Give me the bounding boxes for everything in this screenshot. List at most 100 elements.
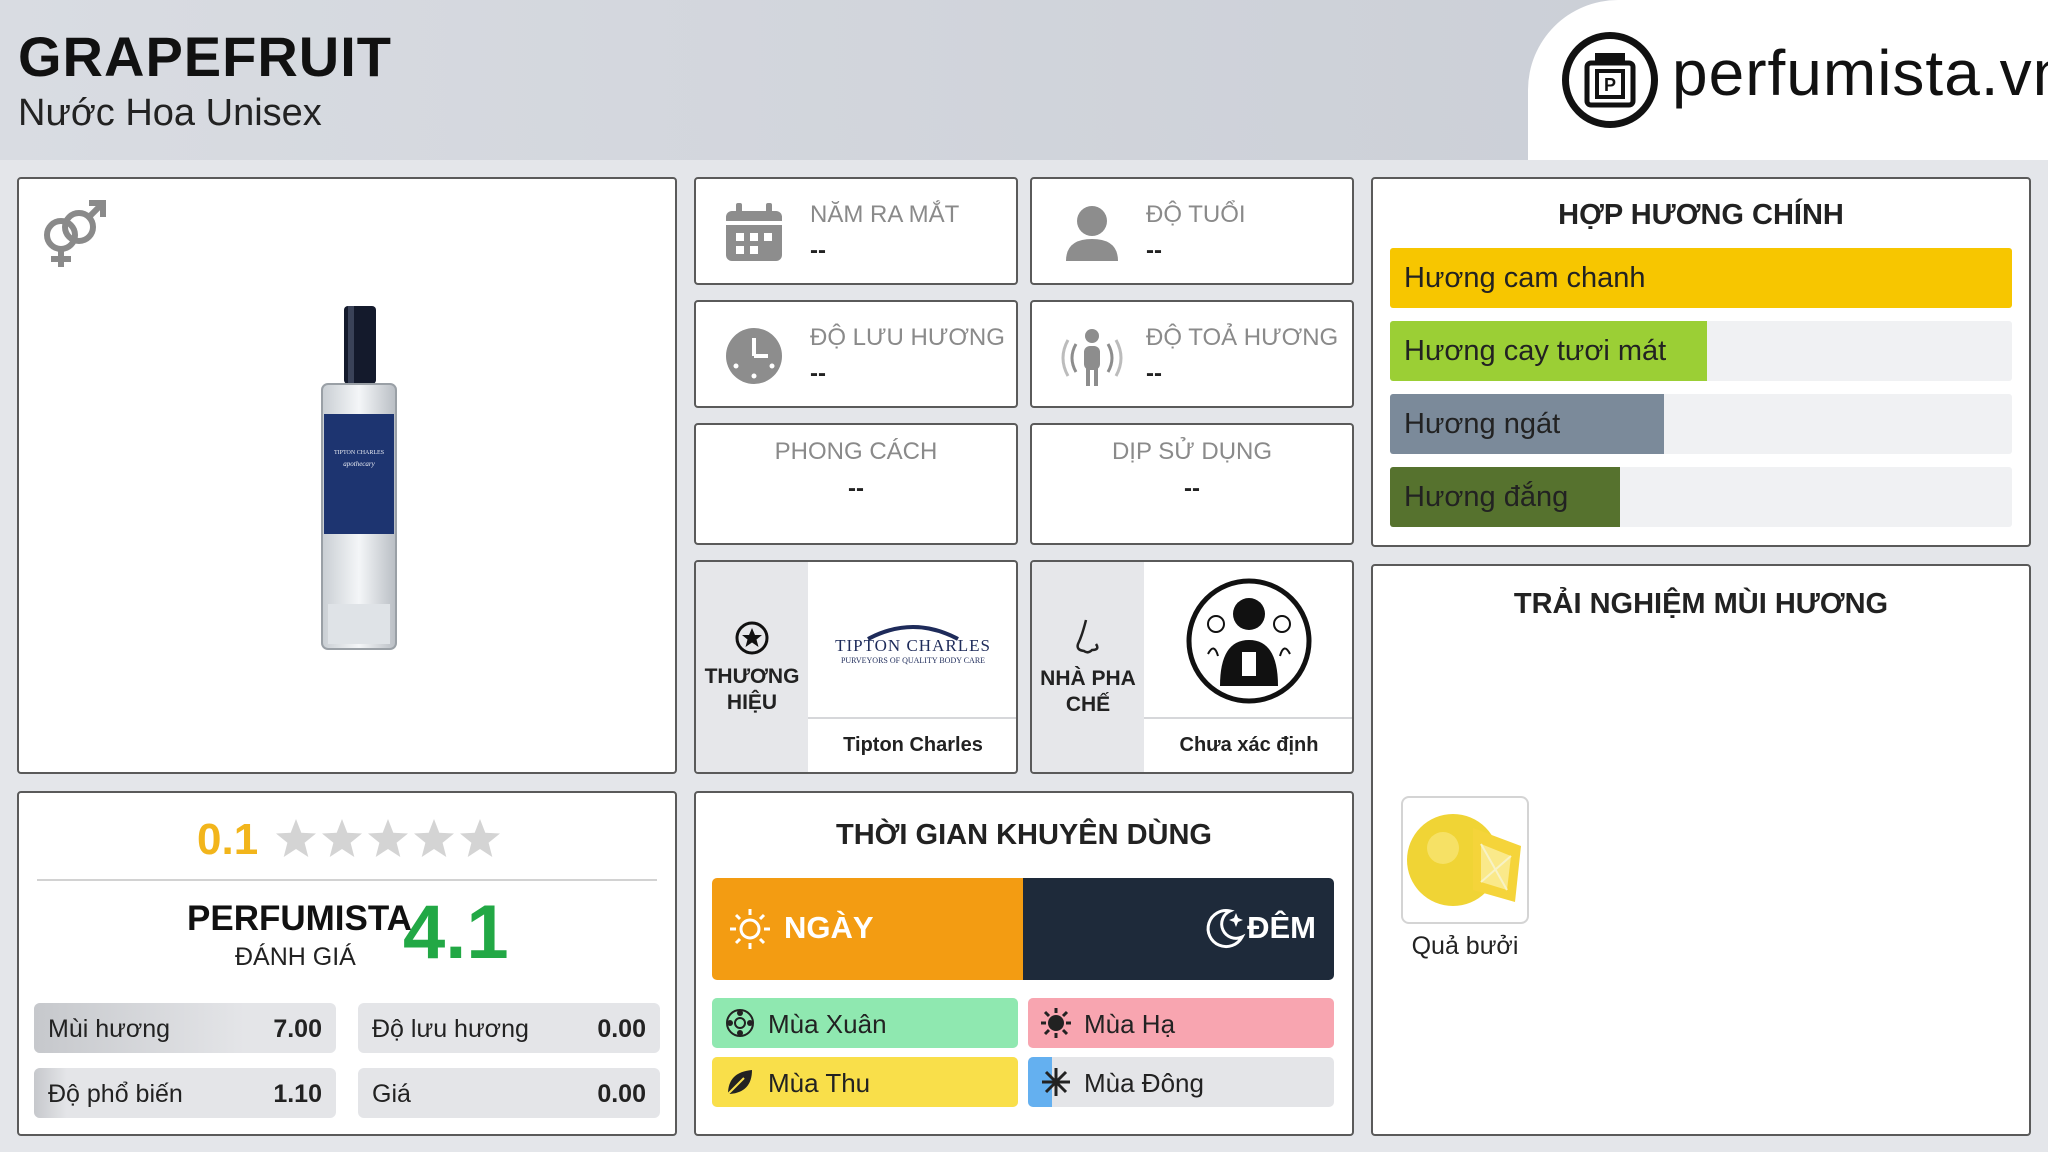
rating-stat-value: 0.00 <box>597 1015 646 1043</box>
rating-stat-value: 7.00 <box>273 1015 322 1043</box>
sun-icon <box>1041 1008 1071 1038</box>
occasion-label: DỊP SỬ DỤNG <box>1111 438 1273 465</box>
star-rating-svg <box>276 819 500 857</box>
usage-title: THỜI GIAN KHUYÊN DÙNG <box>836 819 1212 851</box>
note-label: Quả bưởi <box>1411 932 1519 960</box>
season-bar: Mùa Thu <box>712 1057 1018 1107</box>
night-label: ĐÊM <box>1247 910 1316 945</box>
rating-stat: Độ phổ biến 1.10 <box>34 1068 336 1118</box>
accords-title: HỢP HƯƠNG CHÍNH <box>1558 199 1844 231</box>
rating-stat-label: Độ lưu hương <box>372 1015 529 1043</box>
age-label: ĐỘ TUỔI <box>1146 201 1246 228</box>
experience-title: TRẢI NGHIỆM MÙI HƯƠNG <box>1513 588 1889 620</box>
experience-card: TRẢI NGHIỆM MÙI HƯƠNG Quả bưởi <box>1371 564 2031 1136</box>
user-star-rating[interactable] <box>273 817 503 863</box>
accord-label: Hương đắng <box>1404 481 1569 513</box>
age-box: ĐỘ TUỔI -- <box>1030 177 1354 285</box>
longevity-value: -- <box>810 360 826 387</box>
perfumista-score: 4.1 <box>403 890 509 975</box>
perfumer-label-line2: CHẾ <box>1065 693 1111 716</box>
svg-text:apothecary: apothecary <box>343 460 375 468</box>
perfumer-avatar-icon <box>1186 578 1312 704</box>
perfumer-box[interactable]: NHÀ PHA CHẾ Chưa xác định <box>1030 560 1354 774</box>
star-icon[interactable] <box>276 819 316 857</box>
day-night-bar: NGÀY ĐÊM <box>712 878 1334 980</box>
star-icon[interactable] <box>322 819 362 857</box>
brand-name[interactable]: Tipton Charles <box>808 734 1016 757</box>
brand-label-line1: THƯƠNG <box>704 665 800 688</box>
brand-label: THƯƠNG HIỆU <box>696 664 808 716</box>
accord-bar: Hương đắng <box>1390 467 2012 527</box>
accord-bar: Hương cam chanh <box>1390 248 2012 308</box>
note-tile[interactable] <box>1401 796 1529 924</box>
perfumista-sub-label: ĐÁNH GIÁ <box>235 943 356 971</box>
accord-label: Hương cam chanh <box>1404 262 1646 294</box>
style-box: PHONG CÁCH -- <box>694 423 1018 545</box>
style-value: -- <box>848 475 864 502</box>
brand-logo-text: TIPTON CHARLES <box>835 636 991 655</box>
calendar-icon <box>726 203 782 261</box>
svg-text:P: P <box>1604 75 1616 95</box>
season-bar: Mùa Hạ <box>1028 998 1334 1048</box>
season-bar-fill <box>1028 998 1334 1048</box>
age-value: -- <box>1146 237 1162 264</box>
rating-stat-value: 0.00 <box>597 1080 646 1108</box>
perfumer-divider <box>1144 717 1352 719</box>
longevity-label: ĐỘ LƯU HƯƠNG <box>810 324 1005 351</box>
perfumista-label: PERFUMISTA <box>187 899 412 938</box>
product-image-card: TIPTON CHARLES apothecary <box>17 177 677 774</box>
longevity-box: ĐỘ LƯU HƯƠNG -- <box>694 300 1018 408</box>
launch-year-label: NĂM RA MẮT <box>810 201 960 228</box>
star-icon[interactable] <box>368 819 408 857</box>
rating-stat: Mùi hương 7.00 <box>34 1003 336 1053</box>
season-label: Mùa Đông <box>1084 1068 1204 1098</box>
perfumer-label-line1: NHÀ PHA <box>1040 667 1136 690</box>
launch-year-value: -- <box>810 237 826 264</box>
rating-stat: Độ lưu hương 0.00 <box>358 1003 660 1053</box>
person-icon <box>1066 206 1118 261</box>
season-label: Mùa Thu <box>768 1068 871 1098</box>
occasion-box: DỊP SỬ DỤNG -- <box>1030 423 1354 545</box>
accord-bar: Hương cay tươi mát <box>1390 321 2012 381</box>
accord-bar: Hương ngát <box>1390 394 2012 454</box>
day-label: NGÀY <box>784 910 874 945</box>
accord-label: Hương ngát <box>1404 408 1561 440</box>
star-icon[interactable] <box>460 819 500 857</box>
nose-icon <box>1076 619 1099 654</box>
perfume-subtitle: Nước Hoa Unisex <box>18 92 322 134</box>
perfumista-logo-icon[interactable]: P <box>1562 32 1658 128</box>
brand-divider <box>808 717 1016 719</box>
rating-divider <box>37 879 657 881</box>
rating-stat-label: Độ phổ biến <box>48 1080 183 1108</box>
brand-logo[interactable]: TIPTON CHARLES PURVEYORS OF QUALITY BODY… <box>808 562 1016 717</box>
star-badge-icon <box>735 621 769 655</box>
season-label: Mùa Hạ <box>1084 1009 1176 1039</box>
user-score: 0.1 <box>197 815 259 864</box>
perfumer-label: NHÀ PHA CHẾ <box>1032 666 1144 718</box>
rating-stat-value: 1.10 <box>273 1080 322 1108</box>
snowflake-icon <box>1042 1068 1070 1096</box>
grapefruit-icon <box>1407 814 1521 906</box>
leaf-icon <box>727 1070 752 1095</box>
launch-year-box: NĂM RA MẮT -- <box>694 177 1018 285</box>
star-icon[interactable] <box>414 819 454 857</box>
sillage-box: ĐỘ TOẢ HƯƠNG -- <box>1030 300 1354 408</box>
perfume-title: GRAPEFRUIT <box>18 25 392 88</box>
sillage-label: ĐỘ TOẢ HƯƠNG <box>1146 324 1339 351</box>
sillage-icon <box>1061 329 1123 386</box>
unisex-icon <box>44 200 106 267</box>
sillage-value: -- <box>1146 360 1162 387</box>
perfumer-name[interactable]: Chưa xác định <box>1144 734 1352 757</box>
brand-logo-tagline: PURVEYORS OF QUALITY BODY CARE <box>840 656 986 665</box>
clock-icon <box>726 328 782 384</box>
season-bar: Mùa Xuân <box>712 998 1018 1048</box>
occasion-value: -- <box>1184 475 1200 502</box>
season-bar: Mùa Đông <box>1028 1057 1334 1107</box>
brand-box[interactable]: THƯƠNG HIỆU TIPTON CHARLES PURVEYORS OF … <box>694 560 1018 774</box>
rating-stat-label: Giá <box>372 1080 411 1108</box>
logo-text: perfumista.vn <box>1672 37 2048 109</box>
brand-label-line2: HIỆU <box>726 691 778 714</box>
rating-stat: Giá 0.00 <box>358 1068 660 1118</box>
rating-stat-label: Mùi hương <box>48 1015 171 1043</box>
season-label: Mùa Xuân <box>768 1009 887 1039</box>
